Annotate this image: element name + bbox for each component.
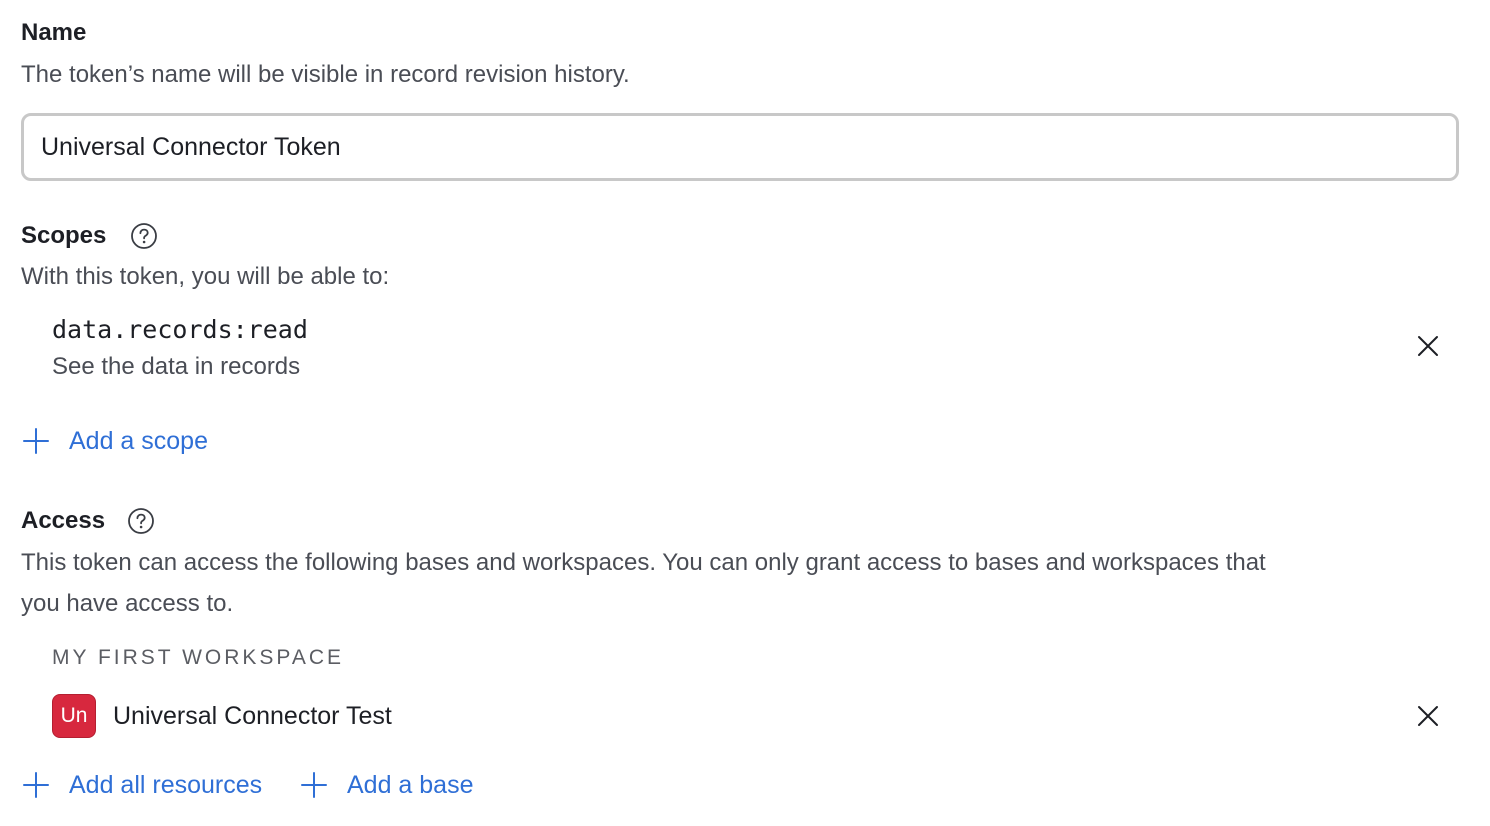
add-scope-label: Add a scope	[69, 427, 208, 455]
close-x-icon	[1418, 706, 1438, 726]
question-circle-icon	[131, 223, 157, 249]
scope-description: See the data in records	[52, 353, 301, 380]
add-base-label: Add a base	[347, 771, 474, 799]
token-form: Name The token’s name will be visible in…	[0, 0, 1490, 826]
access-heading: Access	[21, 507, 106, 534]
token-name-input[interactable]	[21, 113, 1459, 181]
remove-base-button[interactable]	[1413, 701, 1443, 731]
plus-icon	[23, 428, 49, 454]
name-description: The token’s name will be visible in reco…	[21, 61, 630, 88]
plus-icon	[301, 772, 327, 798]
access-description-line1: This token can access the following base…	[21, 549, 1266, 576]
access-description-line2: you have access to.	[21, 590, 234, 617]
add-base-button[interactable]: Add a base	[300, 770, 474, 800]
plus-icon	[23, 772, 49, 798]
scopes-help-button[interactable]	[130, 222, 158, 250]
add-all-resources-label: Add all resources	[69, 771, 263, 799]
remove-scope-button[interactable]	[1413, 331, 1443, 361]
workspace-label: MY FIRST WORKSPACE	[52, 646, 345, 669]
add-all-resources-button[interactable]: Add all resources	[22, 770, 262, 800]
close-x-icon	[1418, 336, 1438, 356]
scopes-heading: Scopes	[21, 222, 107, 249]
add-scope-button[interactable]: Add a scope	[22, 426, 208, 456]
base-name: Universal Connector Test	[113, 702, 392, 730]
name-heading: Name	[21, 19, 87, 46]
scope-name: data.records:read	[52, 315, 308, 344]
base-badge: Un	[52, 694, 96, 738]
question-circle-icon	[128, 508, 154, 534]
scopes-description: With this token, you will be able to:	[21, 263, 390, 290]
access-help-button[interactable]	[127, 507, 155, 535]
